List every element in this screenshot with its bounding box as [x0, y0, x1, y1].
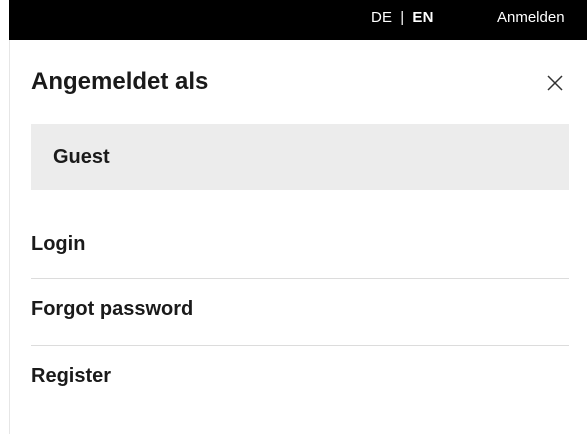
lang-separator: |: [400, 9, 405, 26]
language-switcher: DE | EN: [371, 8, 434, 28]
menu-item-label: Forgot password: [31, 298, 194, 320]
account-menu: Login Forgot password Register: [31, 212, 569, 413]
login-panel: Angemeldet als Guest Login Forgot passwo…: [9, 40, 587, 434]
menu-item-label: Login: [31, 233, 86, 255]
current-user-name: Guest: [53, 146, 110, 168]
top-bar: DE | EN Anmelden: [9, 0, 587, 40]
lang-en-link[interactable]: EN: [412, 9, 433, 26]
menu-item-login[interactable]: Login: [31, 212, 569, 279]
menu-item-forgot-password[interactable]: Forgot password: [31, 279, 569, 346]
menu-item-label: Register: [31, 365, 112, 387]
anmelden-link[interactable]: Anmelden: [497, 8, 565, 28]
menu-item-register[interactable]: Register: [31, 346, 569, 413]
current-user-box: Guest: [31, 124, 569, 190]
panel-title: Angemeldet als: [31, 68, 209, 95]
close-icon[interactable]: [544, 72, 566, 94]
lang-de-link[interactable]: DE: [371, 9, 392, 26]
